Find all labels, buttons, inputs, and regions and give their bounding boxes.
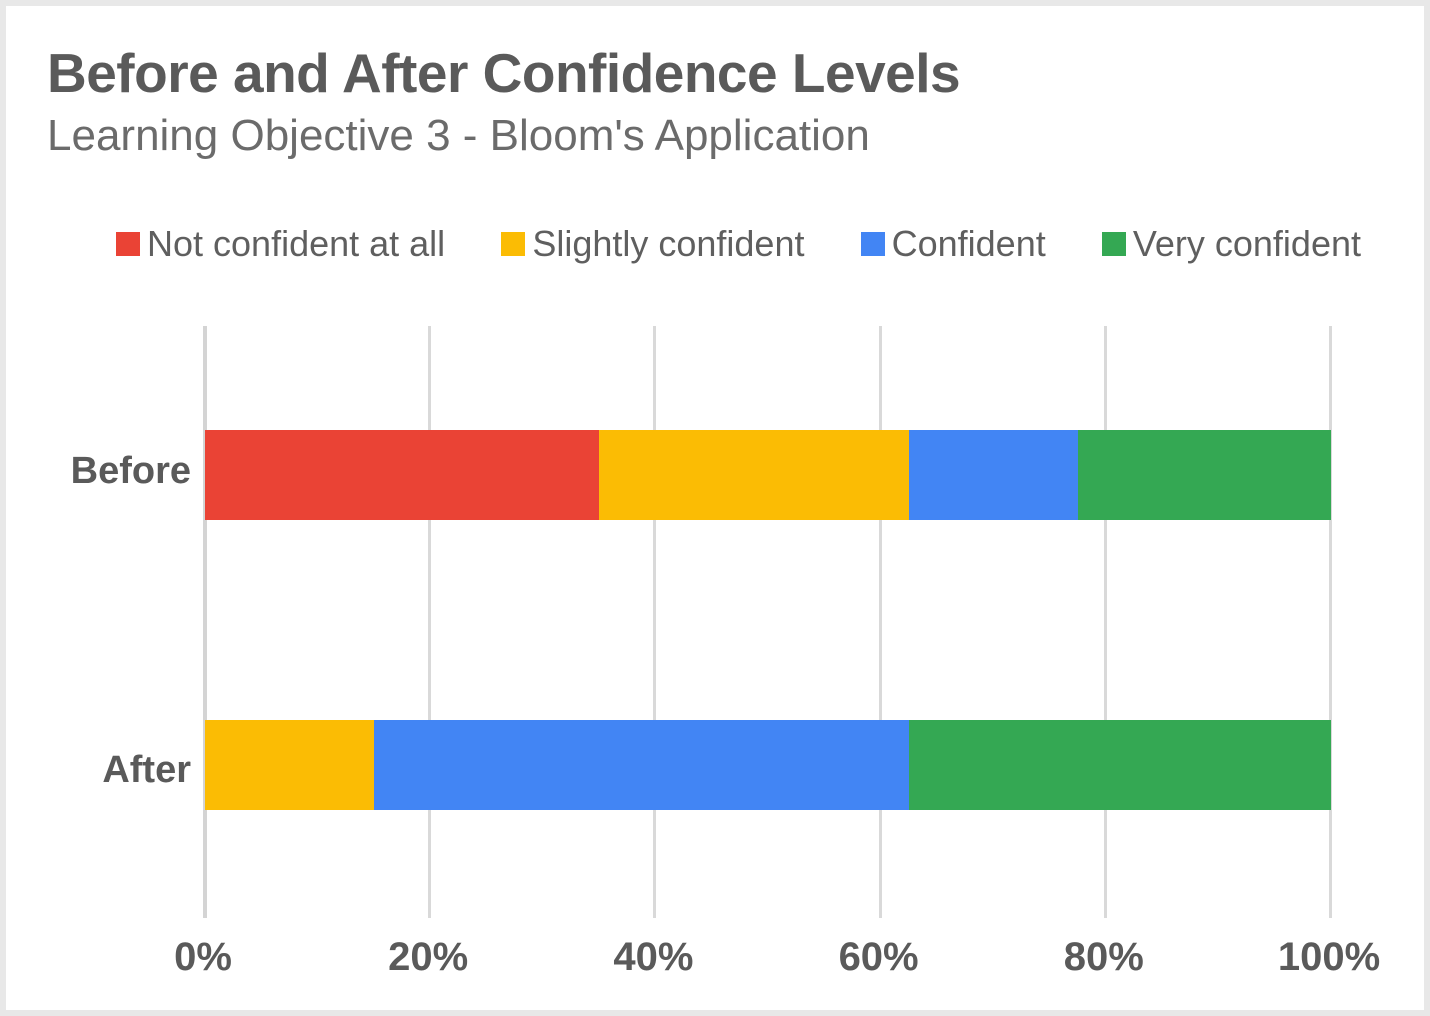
legend-item-slightly-confident[interactable]: Slightly confident <box>501 226 804 262</box>
legend-item-confident[interactable]: Confident <box>860 223 1046 264</box>
square-swatch-icon <box>501 232 526 256</box>
bar-segment[interactable] <box>205 430 600 520</box>
legend-label: Not confident at all <box>147 223 446 264</box>
bar-segment[interactable] <box>599 430 909 520</box>
legend-label: Slightly confident <box>532 223 805 264</box>
x-axis-tick-label: 100% <box>1277 935 1381 979</box>
square-swatch-icon <box>1101 232 1126 256</box>
x-axis-tick-label: 80% <box>1063 935 1144 979</box>
x-axis-tick-labels: 0% 20% 40% 60% 80% 100% <box>174 935 1380 993</box>
title-block: Before and After Confidence Levels Learn… <box>47 44 1387 162</box>
bar-segment[interactable] <box>205 720 374 810</box>
chart-legend: Not confident at all Slightly confident … <box>116 221 1361 267</box>
square-swatch-icon <box>116 232 140 256</box>
x-axis-tick-label: 0% <box>174 935 232 979</box>
gridline <box>428 326 432 918</box>
legend-label: Confident <box>891 223 1046 264</box>
chart-subtitle: Learning Objective 3 - Bloom's Applicati… <box>47 111 870 161</box>
category-label-after: After <box>102 749 191 791</box>
bar-segment[interactable] <box>1077 430 1331 520</box>
bar-segment[interactable] <box>373 720 909 810</box>
gridline <box>878 326 882 918</box>
bar-row-after <box>205 720 1331 810</box>
gridline <box>1329 326 1332 918</box>
legend-item-very-confident[interactable]: Very confident <box>1101 223 1361 264</box>
gridline <box>653 326 657 918</box>
square-swatch-icon <box>860 232 885 256</box>
gridline <box>1103 326 1107 918</box>
x-axis-tick-label: 20% <box>388 935 469 979</box>
chart-card: Before and After Confidence Levels Learn… <box>0 0 1430 1016</box>
bar-segment[interactable] <box>908 430 1078 520</box>
bar-row-before <box>205 430 1331 520</box>
x-axis-tick-label: 60% <box>838 935 919 979</box>
x-axis-tick-label: 40% <box>613 935 694 979</box>
category-label-before: Before <box>70 450 191 492</box>
axis-line-y <box>203 326 207 918</box>
plot-area <box>203 326 1332 918</box>
legend-label: Very confident <box>1132 223 1361 264</box>
legend-item-not-confident-at-all[interactable]: Not confident at all <box>116 226 445 262</box>
bar-segment[interactable] <box>908 720 1331 810</box>
chart-title: Before and After Confidence Levels <box>47 42 961 104</box>
